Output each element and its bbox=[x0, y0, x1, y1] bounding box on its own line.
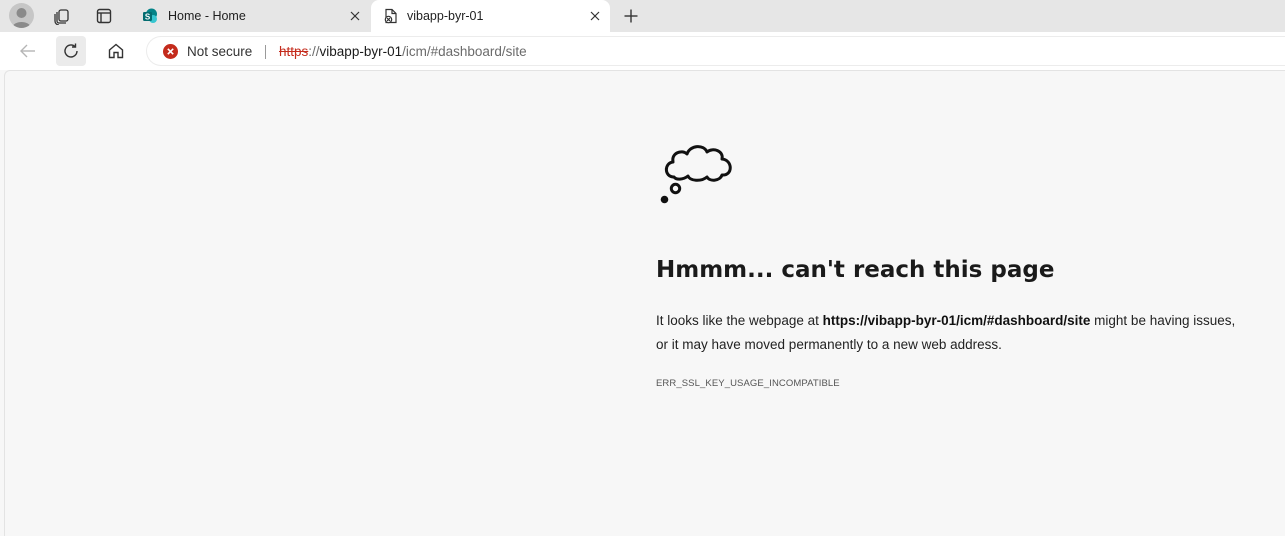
error-code: ERR_SSL_KEY_USAGE_INCOMPATIBLE bbox=[656, 378, 840, 389]
broken-page-icon bbox=[383, 8, 399, 24]
toolbar: Not secure https://vibapp-byr-01/icm/#da… bbox=[0, 32, 1285, 70]
home-icon bbox=[108, 43, 124, 59]
close-icon[interactable] bbox=[588, 9, 602, 23]
not-secure-icon[interactable] bbox=[163, 44, 178, 59]
error-description: It looks like the webpage at https://vib… bbox=[656, 309, 1246, 357]
sharepoint-icon: S bbox=[142, 8, 158, 24]
profile-avatar[interactable] bbox=[9, 3, 34, 28]
tab-actions-icon[interactable] bbox=[94, 6, 114, 26]
url-scheme: https bbox=[279, 44, 309, 59]
tab-home[interactable]: S Home - Home bbox=[130, 0, 370, 32]
back-button[interactable] bbox=[13, 36, 43, 66]
reload-button[interactable] bbox=[56, 36, 86, 66]
tab-active[interactable]: vibapp-byr-01 bbox=[371, 0, 610, 33]
tab-title: Home - Home bbox=[168, 9, 246, 23]
new-tab-button[interactable] bbox=[620, 5, 642, 27]
error-title: Hmmm... can't reach this page bbox=[656, 257, 1055, 283]
error-desc-prefix: It looks like the webpage at bbox=[656, 313, 823, 328]
refresh-icon bbox=[64, 43, 78, 58]
workspaces-icon[interactable] bbox=[52, 6, 72, 26]
close-icon[interactable] bbox=[348, 9, 362, 23]
security-label[interactable]: Not secure bbox=[187, 44, 252, 59]
arrow-left-icon bbox=[20, 44, 35, 58]
person-icon bbox=[12, 8, 31, 28]
plus-icon bbox=[624, 9, 638, 23]
url-path: /icm/#dashboard/site bbox=[402, 44, 527, 59]
svg-text:S: S bbox=[145, 13, 151, 22]
home-button[interactable] bbox=[101, 36, 131, 66]
address-bar[interactable]: Not secure https://vibapp-byr-01/icm/#da… bbox=[146, 36, 1285, 66]
url-separator: :// bbox=[308, 44, 320, 59]
tab-title: vibapp-byr-01 bbox=[407, 9, 484, 23]
url-text[interactable]: https://vibapp-byr-01/icm/#dashboard/sit… bbox=[279, 44, 527, 59]
error-desc-url: https://vibapp-byr-01/icm/#dashboard/sit… bbox=[822, 313, 1091, 328]
thought-bubble-icon bbox=[660, 145, 732, 204]
tab-strip: S Home - Home vibapp-byr-01 bbox=[0, 0, 1285, 33]
divider bbox=[265, 45, 266, 59]
url-host: vibapp-byr-01 bbox=[319, 44, 403, 59]
page-content bbox=[4, 70, 1285, 536]
